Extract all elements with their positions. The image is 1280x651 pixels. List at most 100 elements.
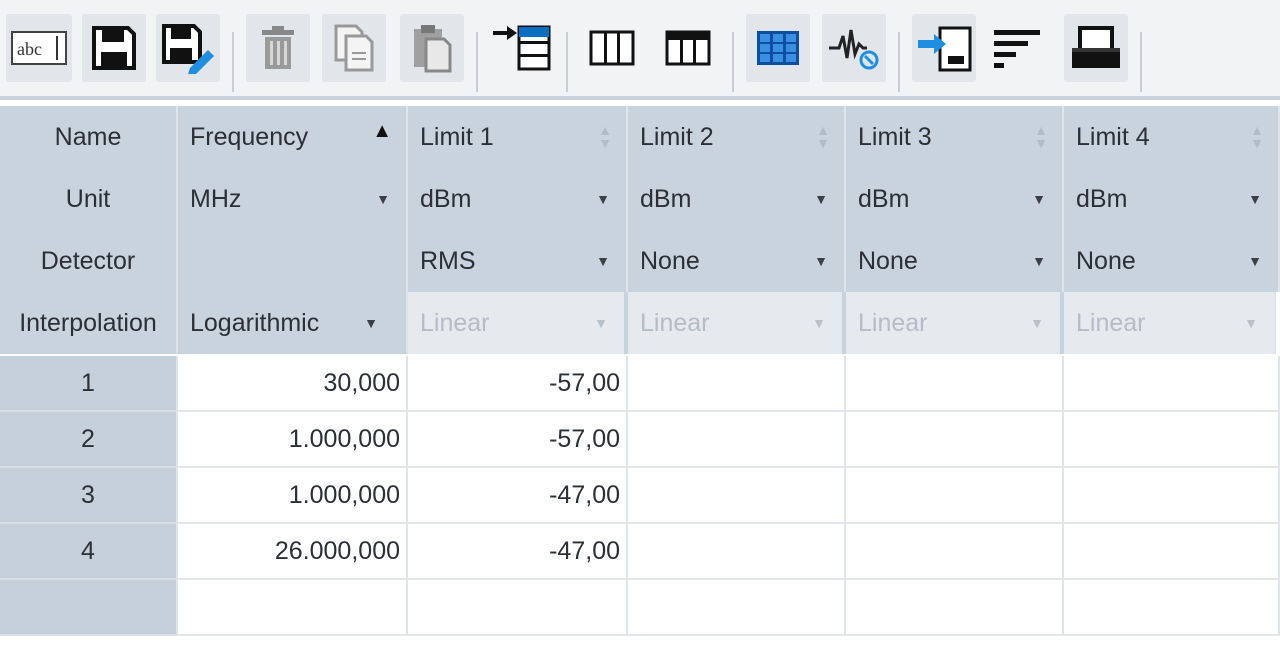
limit-1-cell[interactable]	[408, 580, 628, 636]
toolbar-separator	[566, 32, 568, 92]
row-index[interactable]	[0, 580, 178, 636]
column-header-limit-4[interactable]: Limit 4 ▲ ▼	[1064, 106, 1280, 168]
limit-3-cell[interactable]	[846, 356, 1064, 412]
header-row-name: Name Frequency ▲ ▼ Limit 1 ▲ ▼ Limit 2 ▲ ▼ …	[0, 106, 1280, 168]
limit-3-cell[interactable]	[846, 580, 1064, 636]
row-index[interactable]: 1	[0, 356, 178, 412]
limit-2-cell[interactable]	[628, 580, 846, 636]
toolbar-separator	[1140, 32, 1142, 92]
limit-1-cell[interactable]: -57,00	[408, 356, 628, 412]
column-header-frequency[interactable]: Frequency ▲ ▼	[178, 106, 408, 168]
limit-1-cell[interactable]: -57,00	[408, 412, 628, 468]
header-row-detector: Detector RMS ▼ None ▼ None ▼ None ▼	[0, 230, 1280, 292]
columns-button[interactable]	[580, 14, 644, 82]
limit-2-cell[interactable]	[628, 468, 846, 524]
limit-4-cell[interactable]	[1064, 468, 1280, 524]
row-label-detector: Detector	[0, 230, 178, 292]
table-row: 1 30,000 -57,00	[0, 356, 1280, 412]
copy-icon	[334, 24, 374, 72]
sort-toggle-icon[interactable]: ▲ ▼	[1250, 123, 1264, 150]
unit-select-frequency[interactable]: MHz ▼	[178, 168, 408, 230]
import-icon	[918, 26, 972, 72]
limit-2-cell[interactable]	[628, 356, 846, 412]
toolbar-separator	[898, 32, 900, 92]
paste-icon	[414, 25, 452, 73]
dropdown-arrow-icon: ▼	[1032, 191, 1046, 207]
toolbar: abc	[0, 0, 1280, 100]
print-icon	[1072, 26, 1120, 68]
grid-view-button[interactable]	[746, 14, 810, 82]
limit-2-cell[interactable]	[628, 412, 846, 468]
limit-4-cell[interactable]	[1064, 524, 1280, 580]
sort-ascending-icon[interactable]: ▲ ▼	[372, 121, 392, 153]
insert-row-button[interactable]	[490, 14, 554, 82]
column-header-limit-3[interactable]: Limit 3 ▲ ▼	[846, 106, 1064, 168]
dropdown-arrow-icon: ▼	[1248, 191, 1262, 207]
detector-select-limit-2[interactable]: None ▼	[628, 230, 846, 292]
sort-toggle-icon[interactable]: ▲ ▼	[598, 123, 612, 150]
frequency-cell[interactable]: 30,000	[178, 356, 408, 412]
detector-select-limit-4[interactable]: None ▼	[1064, 230, 1280, 292]
interpolation-select-limit-2: Linear ▼	[628, 292, 846, 354]
save-button[interactable]	[82, 14, 146, 82]
limit-1-cell[interactable]: -47,00	[408, 524, 628, 580]
detector-select-limit-3[interactable]: None ▼	[846, 230, 1064, 292]
table-row-new	[0, 580, 1280, 636]
save-as-button[interactable]	[156, 14, 220, 82]
frequency-cell[interactable]	[178, 580, 408, 636]
limit-3-cell[interactable]	[846, 412, 1064, 468]
interpolation-select-limit-3: Linear ▼	[846, 292, 1064, 354]
header-row-unit: Unit MHz ▼ dBm ▼ dBm ▼ dBm ▼ dBm ▼	[0, 168, 1280, 230]
limit-1-cell[interactable]: -47,00	[408, 468, 628, 524]
print-button[interactable]	[1064, 14, 1128, 82]
row-label-unit: Unit	[0, 168, 178, 230]
paste-button[interactable]	[400, 14, 464, 82]
delete-icon	[262, 26, 294, 69]
limit-4-cell[interactable]	[1064, 356, 1280, 412]
import-button[interactable]	[912, 14, 976, 82]
frequency-cell[interactable]: 26.000,000	[178, 524, 408, 580]
unit-select-limit-4[interactable]: dBm ▼	[1064, 168, 1280, 230]
column-header-limit-2[interactable]: Limit 2 ▲ ▼	[628, 106, 846, 168]
row-index[interactable]: 3	[0, 468, 178, 524]
columns-icon	[589, 30, 635, 66]
limit-4-cell[interactable]	[1064, 580, 1280, 636]
table-header-icon	[665, 30, 711, 66]
dropdown-arrow-icon: ▼	[376, 191, 390, 207]
unit-select-limit-2[interactable]: dBm ▼	[628, 168, 846, 230]
dropdown-arrow-icon: ▼	[596, 191, 610, 207]
waveform-icon	[829, 29, 879, 70]
sort-button[interactable]	[986, 14, 1050, 82]
row-index[interactable]: 2	[0, 412, 178, 468]
table-row: 3 1.000,000 -47,00	[0, 468, 1280, 524]
delete-button[interactable]	[246, 14, 310, 82]
dropdown-arrow-icon: ▼	[1032, 253, 1046, 269]
row-index[interactable]: 4	[0, 524, 178, 580]
row-label-interpolation: Interpolation	[0, 292, 178, 354]
table-header-button[interactable]	[656, 14, 720, 82]
interpolation-select-frequency[interactable]: Logarithmic ▼	[178, 292, 408, 354]
rename-button[interactable]: abc	[6, 14, 72, 82]
table-row: 2 1.000,000 -57,00	[0, 412, 1280, 468]
column-header-limit-1[interactable]: Limit 1 ▲ ▼	[408, 106, 628, 168]
detector-cell-frequency	[178, 230, 408, 292]
dropdown-arrow-icon: ▼	[812, 315, 826, 331]
toolbar-separator	[476, 32, 478, 92]
insert-row-icon	[493, 25, 551, 71]
detector-select-limit-1[interactable]: RMS ▼	[408, 230, 628, 292]
limit-3-cell[interactable]	[846, 468, 1064, 524]
sort-toggle-icon[interactable]: ▲ ▼	[816, 123, 830, 150]
unit-select-limit-3[interactable]: dBm ▼	[846, 168, 1064, 230]
frequency-cell[interactable]: 1.000,000	[178, 468, 408, 524]
waveform-button[interactable]	[822, 14, 886, 82]
sort-toggle-icon[interactable]: ▲ ▼	[1034, 123, 1048, 150]
interpolation-select-limit-1: Linear ▼	[408, 292, 628, 354]
unit-select-limit-1[interactable]: dBm ▼	[408, 168, 628, 230]
frequency-cell[interactable]: 1.000,000	[178, 412, 408, 468]
dropdown-arrow-icon: ▼	[814, 191, 828, 207]
limit-2-cell[interactable]	[628, 524, 846, 580]
limit-4-cell[interactable]	[1064, 412, 1280, 468]
limit-3-cell[interactable]	[846, 524, 1064, 580]
copy-button[interactable]	[322, 14, 386, 82]
svg-text:abc: abc	[17, 39, 42, 59]
